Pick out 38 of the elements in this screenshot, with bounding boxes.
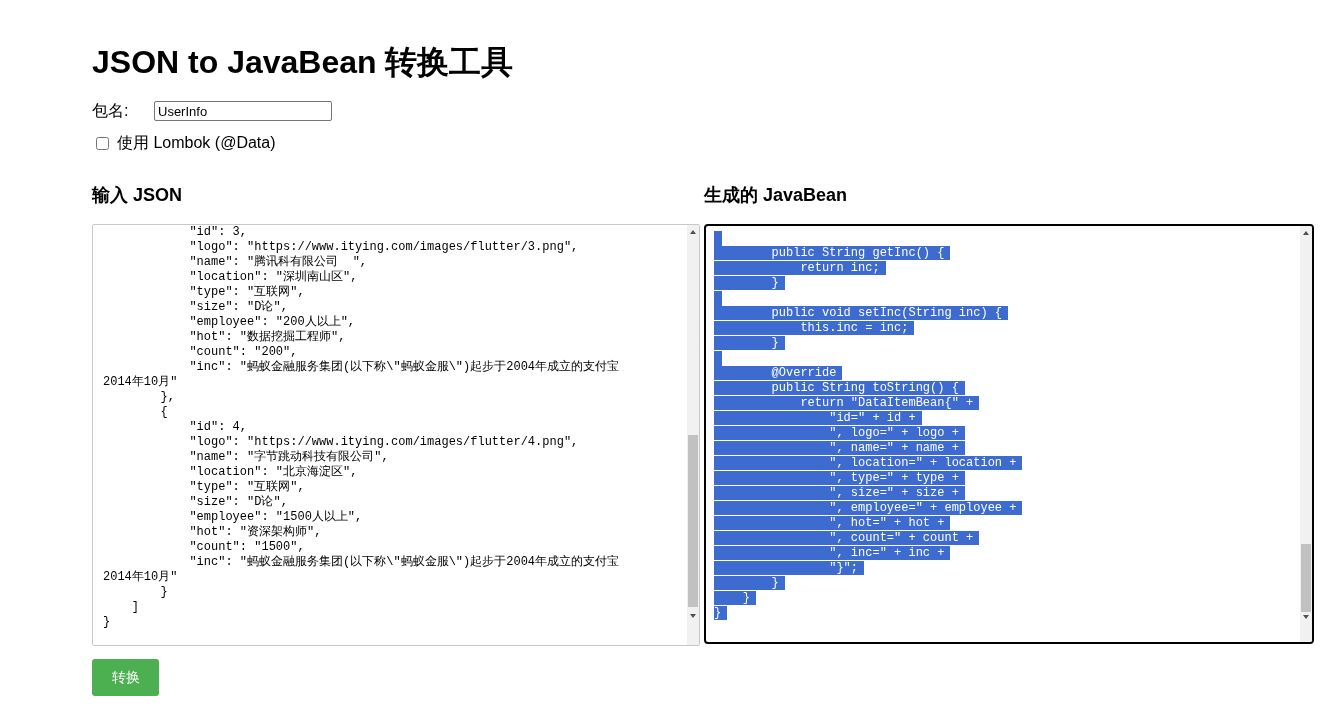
- code-line: "logo": "https://www.itying.com/images/flutter/3.png",: [188, 240, 579, 254]
- code-line: ]: [130, 600, 139, 614]
- code-line: "size": "D论",: [188, 495, 288, 509]
- code-line: {: [159, 405, 168, 419]
- javabean-output-area[interactable]: [704, 224, 1314, 644]
- code-line: "id": 4,: [188, 420, 248, 434]
- package-label: 包名:: [92, 100, 130, 121]
- code-line: "inc": "蚂蚁金融服务集团(以下称\"蚂蚁金服\")起步于2004年成立的支付宝: [188, 555, 620, 569]
- code-line: 2014年10月": [103, 570, 178, 584]
- json-input-area[interactable]: [92, 224, 700, 646]
- lombok-checkbox[interactable]: [96, 136, 109, 150]
- code-line: "inc": "蚂蚁金融服务集团(以下称\"蚂蚁金服\")起步于2004年成立的支付宝: [188, 360, 620, 374]
- scrollbar[interactable]: [687, 225, 699, 645]
- code-line: "size": "D论",: [188, 300, 288, 314]
- code-line: "type": "互联网",: [188, 285, 305, 299]
- code-line: "name": "腾讯科有限公司 ",: [188, 255, 368, 269]
- code-line: }: [159, 585, 168, 599]
- code-line: "id": 3,: [188, 225, 248, 239]
- code-line: "logo": "https://www.itying.com/images/flutter/4.png",: [188, 435, 579, 449]
- code-line: },: [159, 390, 175, 404]
- code-line: "type": "互联网",: [188, 480, 305, 494]
- lombok-label: 使用 Lombok (@Data): [117, 132, 276, 153]
- code-line: "name": "字节跳动科技有限公司",: [188, 450, 389, 464]
- code-line: "count": "1500",: [188, 540, 305, 554]
- code-line: }: [103, 615, 111, 629]
- page-title: JSON to JavaBean 转换工具: [92, 43, 515, 82]
- code-line: "employee": "200人以上",: [188, 315, 356, 329]
- code-line: "count": "200",: [188, 345, 298, 359]
- output-heading: 生成的 JavaBean: [704, 184, 849, 206]
- package-input[interactable]: UserInfo: [154, 101, 332, 121]
- code-line: "employee": "1500人以上",: [188, 510, 363, 524]
- code-line: 2014年10月": [103, 375, 178, 389]
- code-line: "hot": "资深架构师",: [188, 525, 322, 539]
- code-line: "location": "深圳南山区",: [188, 270, 358, 284]
- scrollbar[interactable]: [1300, 226, 1312, 642]
- code-line: "hot": "数据挖掘工程师",: [188, 330, 346, 344]
- code-line: "location": "北京海淀区",: [188, 465, 358, 479]
- input-heading: 输入 JSON: [92, 184, 184, 206]
